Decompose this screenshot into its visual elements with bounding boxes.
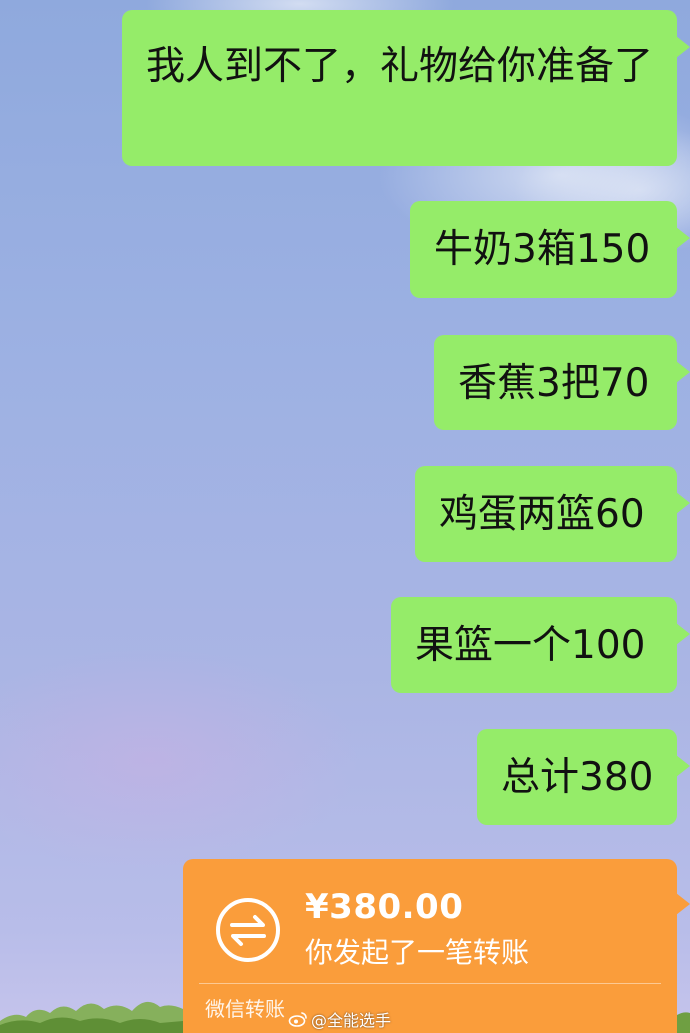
- bubble-tail: [676, 893, 690, 915]
- bubble-tail: [676, 361, 690, 383]
- message-text-5: 果篮一个100: [415, 623, 646, 668]
- message-bubble-6[interactable]: 总计380: [477, 729, 690, 825]
- message-bubble-4[interactable]: 鸡蛋两篮60: [415, 466, 690, 562]
- transfer-arrows-icon: [216, 898, 280, 962]
- message-text-3: 香蕉3把70: [458, 361, 650, 406]
- message-bubble-1[interactable]: 我人到不了，礼物给你准备了: [122, 10, 690, 166]
- message-bubble-5[interactable]: 果篮一个100: [391, 597, 690, 693]
- message-bubble-2[interactable]: 牛奶3箱150: [410, 201, 690, 298]
- bubble-tail: [676, 755, 690, 777]
- weibo-icon: [288, 1012, 307, 1027]
- watermark: @全能选手: [288, 1009, 392, 1030]
- bubble-tail: [676, 227, 690, 249]
- message-text-2: 牛奶3箱150: [434, 227, 651, 272]
- transfer-amount: ¥380.00: [305, 887, 464, 927]
- message-text-1: 我人到不了，礼物给你准备了: [146, 44, 654, 89]
- watermark-text: @全能选手: [311, 1011, 392, 1030]
- bubble-tail: [676, 623, 690, 645]
- bubble-tail: [676, 36, 690, 58]
- bubble-tail: [676, 492, 690, 514]
- message-text-4: 鸡蛋两篮60: [439, 492, 645, 537]
- transfer-description: 你发起了一笔转账: [305, 936, 530, 969]
- message-bubble-3[interactable]: 香蕉3把70: [434, 335, 690, 430]
- message-text-6: 总计380: [501, 755, 654, 800]
